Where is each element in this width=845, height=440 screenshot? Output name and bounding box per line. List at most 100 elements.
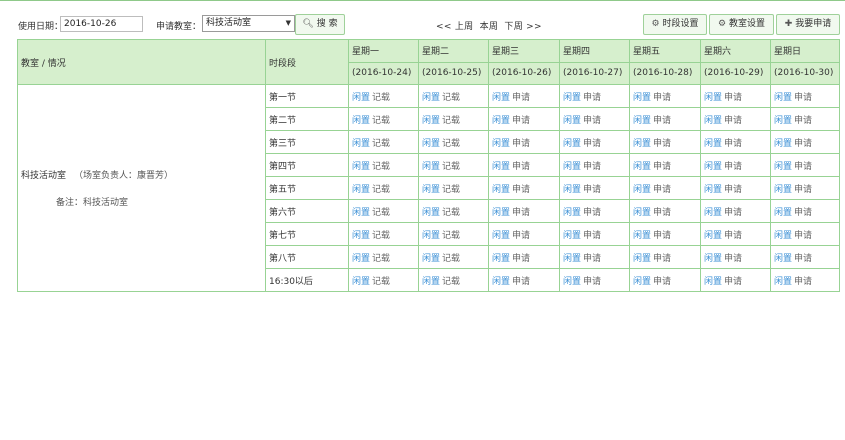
time-settings-button[interactable]: ⚙ 时段设置 (643, 14, 707, 35)
apply-link[interactable]: 申请 (653, 162, 671, 172)
record-link[interactable]: 记载 (372, 208, 390, 218)
apply-link[interactable]: 申请 (794, 116, 812, 126)
apply-link[interactable]: 申请 (583, 208, 601, 218)
apply-link[interactable]: 申请 (512, 139, 530, 149)
apply-link[interactable]: 申请 (653, 93, 671, 103)
apply-link[interactable]: 申请 (512, 116, 530, 126)
slot-cell: 闲置 申请 (559, 130, 630, 154)
apply-link[interactable]: 申请 (724, 116, 742, 126)
apply-link[interactable]: 申请 (583, 185, 601, 195)
day-header-sat: 星期六 (700, 39, 771, 63)
apply-link[interactable]: 申请 (724, 93, 742, 103)
record-link[interactable]: 记载 (442, 162, 460, 172)
apply-link[interactable]: 申请 (653, 254, 671, 264)
slot-cell: 闲置 申请 (488, 84, 560, 108)
record-link[interactable]: 记载 (442, 93, 460, 103)
apply-link[interactable]: 申请 (724, 277, 742, 287)
room-select-value: 科技活动室 (206, 18, 252, 28)
slot-cell: 闲置 申请 (488, 222, 560, 246)
apply-link[interactable]: 申请 (512, 231, 530, 241)
record-link[interactable]: 记载 (442, 185, 460, 195)
slot-status: 闲置 (633, 92, 652, 103)
apply-link[interactable]: 申请 (794, 93, 812, 103)
prev-week-link[interactable]: << 上周 (436, 22, 473, 32)
record-link[interactable]: 记载 (372, 254, 390, 264)
apply-link[interactable]: 申请 (583, 254, 601, 264)
slot-cell: 闲置 申请 (700, 199, 771, 223)
record-link[interactable]: 记载 (372, 231, 390, 241)
apply-link[interactable]: 申请 (512, 162, 530, 172)
slot-status: 闲置 (422, 230, 441, 241)
record-link[interactable]: 记载 (442, 139, 460, 149)
apply-link[interactable]: 申请 (794, 208, 812, 218)
apply-link[interactable]: 申请 (583, 93, 601, 103)
apply-link[interactable]: 申请 (512, 254, 530, 264)
apply-link[interactable]: 申请 (512, 277, 530, 287)
plus-icon: ✚ (784, 19, 793, 29)
day-header-fri: 星期五 (629, 39, 701, 63)
apply-link[interactable]: 申请 (794, 185, 812, 195)
apply-link[interactable]: 申请 (794, 139, 812, 149)
record-link[interactable]: 记载 (372, 116, 390, 126)
slot-status: 闲置 (563, 276, 582, 287)
apply-link[interactable]: 申请 (794, 277, 812, 287)
slot-status: 闲置 (492, 184, 511, 195)
current-week-link[interactable]: 本周 (480, 22, 499, 32)
slot-cell: 闲置 申请 (488, 176, 560, 200)
time-settings-label: 时段设置 (662, 19, 699, 29)
record-link[interactable]: 记载 (372, 162, 390, 172)
record-link[interactable]: 记载 (442, 208, 460, 218)
record-link[interactable]: 记载 (442, 277, 460, 287)
slot-cell: 闲置 申请 (559, 107, 630, 131)
record-link[interactable]: 记载 (442, 231, 460, 241)
slot-cell: 闲置 申请 (559, 84, 630, 108)
apply-link[interactable]: 申请 (512, 185, 530, 195)
period-label: 16:30以后 (265, 268, 349, 292)
apply-link[interactable]: 申请 (653, 185, 671, 195)
date-field[interactable]: 2016-10-26 (60, 16, 143, 32)
apply-link[interactable]: 申请 (583, 162, 601, 172)
record-link[interactable]: 记载 (442, 254, 460, 264)
record-link[interactable]: 记载 (372, 139, 390, 149)
apply-link[interactable]: 申请 (583, 139, 601, 149)
next-week-link[interactable]: 下周 >> (504, 22, 541, 32)
slot-cell: 闲置 记载 (348, 130, 419, 154)
apply-link[interactable]: 申请 (653, 139, 671, 149)
apply-link[interactable]: 申请 (583, 277, 601, 287)
apply-link[interactable]: 申请 (653, 231, 671, 241)
apply-link[interactable]: 申请 (653, 208, 671, 218)
apply-link[interactable]: 申请 (583, 116, 601, 126)
room-settings-button[interactable]: ⚙ 教室设置 (709, 14, 774, 35)
record-link[interactable]: 记载 (442, 116, 460, 126)
room-select[interactable]: 科技活动室 ▼ (202, 15, 295, 32)
record-link[interactable]: 记载 (372, 277, 390, 287)
search-button[interactable]: 🔍︎ 搜 索 (295, 14, 345, 35)
apply-link[interactable]: 申请 (724, 254, 742, 264)
period-label: 第一节 (265, 84, 349, 108)
slot-cell: 闲置 申请 (629, 268, 701, 292)
apply-link[interactable]: 申请 (794, 231, 812, 241)
apply-link[interactable]: 申请 (512, 93, 530, 103)
record-link[interactable]: 记载 (372, 185, 390, 195)
time-column-header: 时段段 (265, 39, 349, 85)
gear-icon: ⚙ (651, 19, 660, 29)
apply-link[interactable]: 申请 (724, 231, 742, 241)
apply-link[interactable]: 申请 (724, 139, 742, 149)
apply-link[interactable]: 申请 (653, 116, 671, 126)
slot-status: 闲置 (492, 138, 511, 149)
slot-cell: 闲置 申请 (629, 107, 701, 131)
slot-cell: 闲置 申请 (629, 84, 701, 108)
slot-status: 闲置 (774, 138, 793, 149)
apply-link[interactable]: 申请 (724, 162, 742, 172)
slot-cell: 闲置 申请 (559, 268, 630, 292)
apply-link[interactable]: 申请 (794, 162, 812, 172)
apply-link[interactable]: 申请 (653, 277, 671, 287)
apply-link[interactable]: 申请 (724, 208, 742, 218)
apply-link[interactable]: 申请 (724, 185, 742, 195)
apply-button[interactable]: ✚ 我要申请 (776, 14, 840, 35)
apply-link[interactable]: 申请 (512, 208, 530, 218)
apply-link[interactable]: 申请 (583, 231, 601, 241)
apply-link[interactable]: 申请 (794, 254, 812, 264)
record-link[interactable]: 记载 (372, 93, 390, 103)
slot-status: 闲置 (352, 138, 371, 149)
